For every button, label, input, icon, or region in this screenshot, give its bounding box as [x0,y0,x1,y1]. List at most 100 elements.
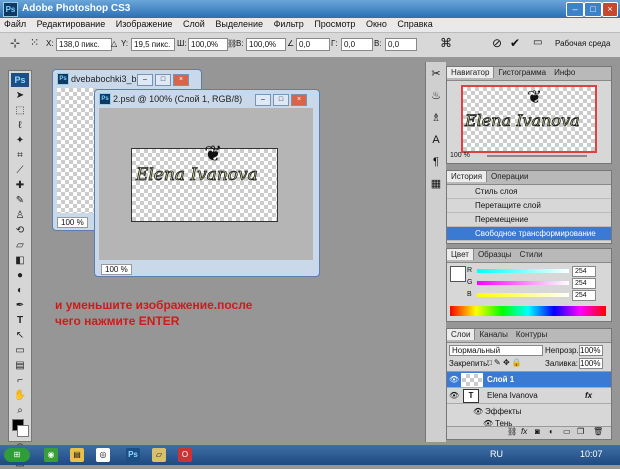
canvas[interactable]: ❦ Elena Ivanova [131,141,278,222]
channel-r-value[interactable]: 254 [572,266,596,277]
doc-minimize-button[interactable]: – [137,74,153,86]
clone-source-icon[interactable]: ♗ [428,110,444,126]
angle-input[interactable]: 0,0 [296,38,330,51]
lasso-tool-icon[interactable]: ℓ [11,119,29,132]
color-ramp[interactable] [450,306,606,316]
opacity-input[interactable]: 100% [579,345,603,356]
add-style-icon[interactable]: fx [521,427,527,436]
dodge-tool-icon[interactable]: ◐ [11,284,29,297]
menu-help[interactable]: Справка [393,18,436,30]
menu-filter[interactable]: Фильтр [270,18,308,30]
layer-name[interactable]: Слой 1 [487,372,514,387]
reference-point-icon[interactable]: ⁙ [30,36,39,49]
tab-color[interactable]: Цвет [447,249,474,260]
type-tool-icon[interactable]: T [11,314,29,327]
channel-r-slider[interactable] [477,269,569,273]
brush-tool-icon[interactable]: ✎ [11,194,29,207]
y-input[interactable]: 19,5 пикс. [131,38,175,51]
workspace-menu[interactable]: Рабочая среда [555,39,610,48]
maximize-button[interactable]: □ [584,2,602,17]
color-swatches[interactable] [9,419,31,441]
history-item[interactable]: Стиль слоя [447,185,611,199]
path-selection-icon[interactable]: ↖ [11,329,29,342]
doc-maximize-button[interactable]: □ [273,94,289,106]
tab-swatches[interactable]: Образцы [474,249,516,260]
zoom-tool-icon[interactable]: ⌕ [11,404,29,417]
layer-row-selected[interactable]: 👁 Слой 1 [447,372,611,388]
channel-g-value[interactable]: 254 [572,278,596,289]
gradient-tool-icon[interactable]: ◧ [11,254,29,267]
history-item-selected[interactable]: Свободное трансформирование [447,227,611,241]
menu-select[interactable]: Выделение [211,18,267,30]
tab-info[interactable]: Инфо [550,67,579,78]
eyedropper-tool-icon[interactable]: ⌐ [11,374,29,387]
hand-tool-icon[interactable]: ✋ [11,389,29,402]
marquee-tool-icon[interactable]: ⬚ [11,104,29,117]
canvas[interactable] [57,88,97,213]
zoom-level[interactable]: 100 % [57,217,88,228]
notes-tool-icon[interactable]: ▤ [11,359,29,372]
doc-close-button[interactable]: × [291,94,307,106]
tab-styles[interactable]: Стили [516,249,547,260]
history-brush-icon[interactable]: ⟲ [11,224,29,237]
tab-actions[interactable]: Операции [487,171,532,182]
magic-wand-tool-icon[interactable]: ✦ [11,134,29,147]
close-button[interactable]: × [602,2,618,17]
history-item[interactable]: Перетащите слой [447,199,611,213]
blur-tool-icon[interactable]: ● [11,269,29,282]
brushes-icon[interactable]: ♨ [428,88,444,104]
crop-tool-icon[interactable]: ⌗ [11,149,29,162]
tab-layers[interactable]: Слои [447,329,476,340]
channel-b-value[interactable]: 254 [572,290,596,301]
doc-minimize-button[interactable]: – [255,94,271,106]
fx-icon[interactable]: fx [585,388,592,403]
eraser-tool-icon[interactable]: ▱ [11,239,29,252]
height-input[interactable]: 100,0% [246,38,286,51]
blend-mode-select[interactable]: Нормальный [449,345,543,356]
fill-input[interactable]: 100% [579,358,603,369]
layer-effects-row[interactable]: 👁 Эффекты [447,404,611,419]
hskew-input[interactable]: 0,0 [341,38,373,51]
lock-icons[interactable]: □ ✎ ✥ 🔒 [487,358,522,367]
tab-navigator[interactable]: Навигатор [447,67,495,78]
paragraph-icon[interactable]: ¶ [428,154,444,170]
tab-paths[interactable]: Контуры [512,329,551,340]
width-input[interactable]: 100,0% [188,38,228,51]
add-mask-icon[interactable]: ◙ [535,427,540,436]
tab-channels[interactable]: Каналы [475,329,511,340]
folder-icon[interactable]: ▤ [70,448,84,462]
doc-maximize-button[interactable]: □ [155,74,171,86]
visibility-eye-icon[interactable]: 👁 [449,388,459,403]
menu-file[interactable]: Файл [0,18,30,30]
start-button[interactable]: ⊞ [4,448,30,462]
tool-presets-icon[interactable]: ✂ [428,66,444,82]
adjustment-layer-icon[interactable]: ◐ [549,427,554,436]
shape-tool-icon[interactable]: ▭ [11,344,29,357]
layer-comps-icon[interactable]: ▦ [428,176,444,192]
menu-window[interactable]: Окно [362,18,391,30]
navigator-zoom[interactable]: 100 % [450,152,470,159]
file-icon[interactable]: ▱ [152,448,166,462]
background-color[interactable] [17,425,29,437]
document-window-front[interactable]: Ps 2.psd @ 100% (Слой 1, RGB/8) – □ × ❦ … [94,89,320,277]
x-input[interactable]: 138,0 пикс. [56,38,112,51]
navigator-zoom-slider[interactable] [487,155,587,157]
navigator-preview[interactable]: ❦ Elena Ivanova [461,85,597,153]
tab-histogram[interactable]: Гистограмма [494,67,550,78]
browser-icon[interactable]: ◉ [44,448,58,462]
warp-icon[interactable]: ⌘ [440,36,452,50]
canvas-area[interactable]: ❦ Elena Ivanova [99,108,313,260]
menu-edit[interactable]: Редактирование [33,18,110,30]
doc-close-button[interactable]: × [173,74,189,86]
slice-tool-icon[interactable]: ⟋ [11,164,29,177]
channel-g-slider[interactable] [477,281,569,285]
history-item[interactable]: Перемещение [447,213,611,227]
menu-image[interactable]: Изображение [112,18,177,30]
character-icon[interactable]: A [428,132,444,148]
media-icon[interactable]: ◎ [96,448,110,462]
language-indicator[interactable]: RU [490,449,503,459]
visibility-eye-icon[interactable]: 👁 [449,372,459,387]
zoom-level[interactable]: 100 % [101,264,132,275]
healing-brush-icon[interactable]: ✚ [11,179,29,192]
cancel-transform-icon[interactable]: ⊘ [492,36,502,50]
